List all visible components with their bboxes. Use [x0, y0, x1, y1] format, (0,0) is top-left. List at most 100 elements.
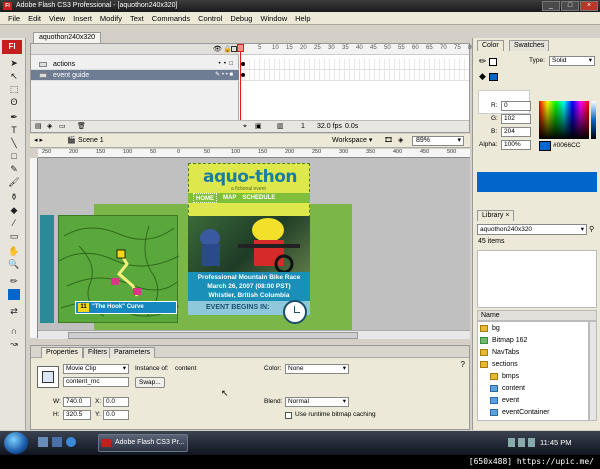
- eraser-tool-icon[interactable]: ▭: [8, 231, 20, 242]
- volume-icon[interactable]: [518, 438, 525, 447]
- alpha-input[interactable]: 100%: [501, 140, 531, 150]
- layer-row[interactable]: actions • • □: [31, 59, 239, 70]
- scrollbar-thumb[interactable]: [68, 332, 358, 339]
- menu-view[interactable]: View: [45, 12, 69, 25]
- green-input[interactable]: 102: [501, 114, 531, 124]
- taskbar-flash-button[interactable]: Adobe Flash CS3 Pr...: [98, 434, 188, 452]
- tab-parameters[interactable]: Parameters: [109, 347, 156, 358]
- paint-bucket-tool-icon[interactable]: ◆: [8, 205, 20, 216]
- maximize-button[interactable]: □: [561, 1, 579, 11]
- edit-symbol-icon[interactable]: ◈: [398, 134, 403, 148]
- pen-tool-icon[interactable]: ✒: [8, 112, 20, 123]
- menu-commands[interactable]: Commands: [148, 12, 194, 25]
- add-folder-icon[interactable]: ▭: [59, 121, 66, 132]
- library-name-column[interactable]: Name: [477, 310, 597, 321]
- tab-color[interactable]: Color: [477, 40, 504, 51]
- menu-modify[interactable]: Modify: [96, 12, 126, 25]
- pencil-tool-icon[interactable]: ✎: [8, 164, 20, 175]
- stroke-swatch[interactable]: [489, 58, 497, 66]
- stroke-pencil-icon[interactable]: ✏: [479, 56, 487, 67]
- start-button[interactable]: [4, 432, 28, 454]
- tab-properties[interactable]: Properties: [41, 347, 83, 358]
- nav-schedule[interactable]: SCHEDULE: [242, 193, 275, 203]
- library-item[interactable]: event: [478, 395, 590, 406]
- hex-value[interactable]: #0066CC: [543, 141, 580, 151]
- document-tab[interactable]: aquothon240x320: [33, 32, 102, 43]
- blend-select[interactable]: Normal ▾: [285, 397, 349, 407]
- menu-insert[interactable]: Insert: [69, 12, 96, 25]
- library-item[interactable]: bg: [478, 323, 590, 334]
- onion-skin-icon[interactable]: ▣: [255, 121, 262, 132]
- library-document-select[interactable]: aquothon240x320 ▾: [477, 224, 587, 235]
- ink-bottle-tool-icon[interactable]: ⚱: [8, 192, 20, 203]
- fill-swatch[interactable]: [489, 73, 498, 81]
- library-list[interactable]: bg Bitmap 162 NavTabs sections bmps content ev…: [477, 321, 589, 421]
- timeline-ruler[interactable]: 5101520253035404550556065707580: [240, 44, 475, 55]
- subselection-tool-icon[interactable]: ↖: [8, 71, 20, 82]
- library-item[interactable]: bmps: [478, 371, 590, 382]
- menu-edit[interactable]: Edit: [24, 12, 45, 25]
- free-transform-tool-icon[interactable]: ⬚: [8, 84, 20, 95]
- bitmap-caching-checkbox[interactable]: [285, 412, 292, 419]
- network-icon[interactable]: [508, 438, 515, 447]
- rectangle-tool-icon[interactable]: □: [8, 151, 20, 162]
- menu-debug[interactable]: Debug: [226, 12, 256, 25]
- width-input[interactable]: 740.0: [63, 397, 91, 407]
- eyedropper-tool-icon[interactable]: ⁄: [8, 218, 20, 229]
- library-item[interactable]: Bitmap 162: [478, 335, 590, 346]
- add-layer-icon[interactable]: ▤: [35, 121, 42, 132]
- brush-tool-icon[interactable]: 🖌: [8, 177, 20, 188]
- scene-label[interactable]: Scene 1: [78, 134, 104, 148]
- instance-name-input[interactable]: content_mc: [63, 377, 129, 387]
- nav-home[interactable]: HOME: [193, 193, 217, 203]
- edit-scene-icon[interactable]: 🎞: [384, 134, 393, 148]
- minimize-button[interactable]: _: [542, 1, 560, 11]
- hand-tool-icon[interactable]: ✋: [8, 246, 20, 257]
- switch-windows-icon[interactable]: [52, 437, 62, 447]
- height-input[interactable]: 320.5: [63, 410, 91, 420]
- fill-bucket-icon[interactable]: ◆: [479, 71, 486, 82]
- edit-multiple-frames-icon[interactable]: ▥: [277, 121, 284, 132]
- x-input[interactable]: 0.0: [103, 397, 129, 407]
- layer-row-selected[interactable]: event guide ✎ • • ■: [31, 70, 239, 81]
- text-tool-icon[interactable]: T: [8, 125, 20, 136]
- tab-swatches[interactable]: Swatches: [509, 40, 550, 51]
- library-item[interactable]: eventContainer: [478, 407, 590, 418]
- show-desktop-icon[interactable]: [38, 437, 48, 447]
- stage[interactable]: 11 "The Hook" Curve aquo-thon a fictiona…: [38, 158, 470, 330]
- menu-window[interactable]: Window: [256, 12, 291, 25]
- eye-icon[interactable]: 👁: [213, 45, 222, 53]
- close-button[interactable]: ×: [580, 1, 598, 11]
- back-arrow-icon[interactable]: ◂ ▸: [34, 134, 43, 148]
- delete-layer-icon[interactable]: 🗑: [77, 121, 86, 132]
- menu-help[interactable]: Help: [291, 12, 314, 25]
- stage-horizontal-scrollbar[interactable]: [38, 330, 470, 339]
- swap-button[interactable]: Swap...: [135, 377, 165, 388]
- selection-tool-icon[interactable]: ➤: [8, 58, 20, 69]
- zoom-select[interactable]: 89% ▾: [412, 136, 464, 146]
- y-input[interactable]: 0.0: [103, 410, 129, 420]
- swap-colors-icon[interactable]: ⇄: [8, 306, 20, 317]
- library-scrollbar[interactable]: [589, 321, 597, 421]
- lasso-tool-icon[interactable]: ʘ: [8, 97, 20, 108]
- tab-filters[interactable]: Filters: [83, 347, 113, 358]
- stroke-color-icon[interactable]: ✏: [8, 276, 20, 287]
- browser-icon[interactable]: [66, 437, 76, 447]
- menu-text[interactable]: Text: [126, 12, 148, 25]
- library-item[interactable]: content: [478, 383, 590, 394]
- fill-color-icon[interactable]: [8, 289, 20, 300]
- color-effect-select[interactable]: None ▾: [285, 364, 349, 374]
- playhead[interactable]: [237, 44, 244, 132]
- brightness-slider[interactable]: [591, 101, 596, 139]
- red-input[interactable]: 0: [501, 101, 531, 111]
- blue-input[interactable]: 204: [501, 127, 531, 137]
- system-clock[interactable]: 11:45 PM: [540, 435, 572, 451]
- color-spectrum-picker[interactable]: [539, 101, 589, 139]
- workspace-menu[interactable]: Workspace ▾: [332, 134, 372, 148]
- center-frame-icon[interactable]: ⌖: [243, 121, 247, 132]
- snap-icon[interactable]: ∩: [8, 326, 20, 337]
- nav-map[interactable]: MAP: [223, 193, 236, 203]
- add-guide-icon[interactable]: ◈: [47, 121, 52, 132]
- smooth-icon[interactable]: ↝: [8, 339, 20, 350]
- frame-row[interactable]: [240, 59, 469, 70]
